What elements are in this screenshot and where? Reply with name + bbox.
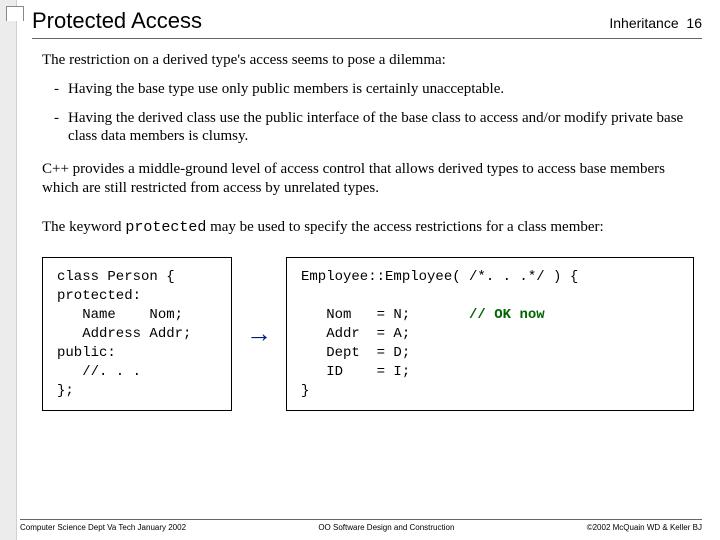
bullet-item: - Having the base type use only public m… (54, 80, 694, 99)
bullet-dash: - (54, 109, 68, 147)
para2-tail: may be used to specify the access restri… (206, 219, 603, 235)
code-line-1: Employee::Employee( /*. . .*/ ) { (301, 269, 578, 285)
section-label: Inheritance (609, 15, 678, 31)
paragraph-1: C++ provides a middle-ground level of ac… (42, 160, 694, 198)
keyword-protected: protected (125, 219, 206, 236)
slide-footer: Computer Science Dept Va Tech January 20… (20, 519, 702, 532)
slide-body: The restriction on a derived type's acce… (32, 39, 702, 411)
bullet-item: - Having the derived class use the publi… (54, 109, 694, 147)
paragraph-2: The keyword protected may be used to spe… (42, 218, 694, 238)
code-rest: Addr = A; Dept = D; ID = I; } (301, 326, 410, 399)
slide-section-page: Inheritance 16 (609, 15, 702, 31)
footer-center: OO Software Design and Construction (318, 523, 454, 532)
code-box-employee: Employee::Employee( /*. . .*/ ) { Nom = … (286, 257, 694, 411)
slide-header: Protected Access Inheritance 16 (32, 8, 702, 39)
footer-right: ©2002 McQuain WD & Keller BJ (587, 523, 702, 532)
code-body-line: Nom = N; (301, 307, 469, 323)
footer-left: Computer Science Dept Va Tech January 20… (20, 523, 186, 532)
code-area: class Person { protected: Name Nom; Addr… (42, 257, 694, 411)
bullet-text: Having the base type use only public mem… (68, 80, 504, 99)
slide-title: Protected Access (32, 8, 202, 34)
code-comment: // OK now (469, 307, 545, 323)
bullet-dash: - (54, 80, 68, 99)
arrow-icon: → (246, 318, 272, 351)
page-number: 16 (686, 15, 702, 31)
bullet-list: - Having the base type use only public m… (42, 80, 694, 146)
code-box-person: class Person { protected: Name Nom; Addr… (42, 257, 232, 411)
bullet-text: Having the derived class use the public … (68, 109, 694, 147)
slide-content: Protected Access Inheritance 16 The rest… (0, 0, 720, 540)
intro-text: The restriction on a derived type's acce… (42, 51, 694, 70)
para2-lead: The keyword (42, 219, 125, 235)
